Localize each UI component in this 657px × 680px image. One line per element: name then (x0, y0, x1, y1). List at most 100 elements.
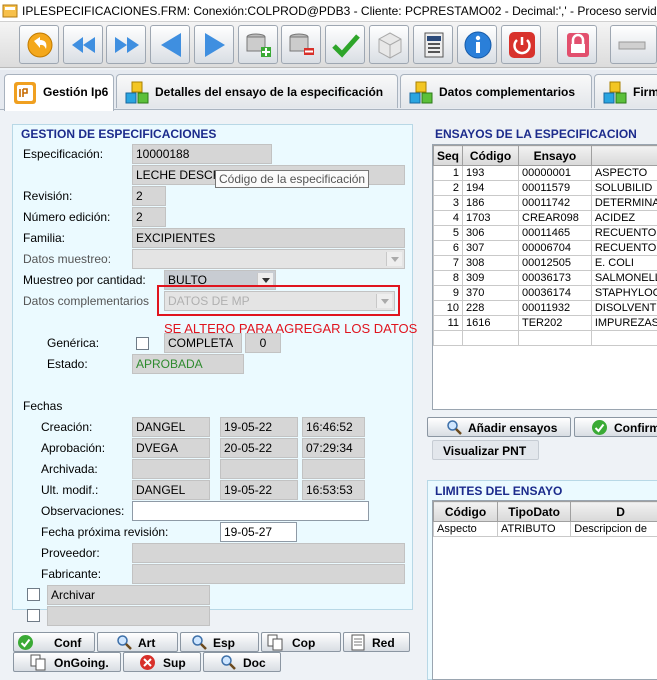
ult-modif-date-field[interactable]: 19-05-22 (220, 480, 298, 500)
table-cell: 370 (463, 286, 519, 301)
extra-checkbox[interactable] (27, 609, 40, 622)
table-row[interactable]: 318600011742DETERMINA (434, 196, 657, 211)
undo-button[interactable] (19, 25, 59, 64)
table-row[interactable]: 41703CREAR098ACIDEZ (434, 211, 657, 226)
table-row[interactable]: 111616TER202IMPUREZAS (434, 316, 657, 331)
table-row[interactable]: 830900036173SALMONELL (434, 271, 657, 286)
visualizar-pnt-button[interactable]: Visualizar PNT (432, 440, 539, 460)
archivada-time-field[interactable] (302, 459, 365, 479)
table-row[interactable]: 219400011579SOLUBILID (434, 181, 657, 196)
sup-button[interactable]: Sup (123, 652, 201, 672)
creacion-user-field[interactable]: DANGEL (132, 417, 210, 437)
creacion-date-field[interactable]: 19-05-22 (220, 417, 298, 437)
table-cell: 309 (463, 271, 519, 286)
table-cell: TER202 (519, 316, 592, 331)
previous-icon (155, 29, 187, 61)
tab-gestion-ip6[interactable]: Gestión Ip6 (4, 74, 114, 111)
familia-field[interactable]: EXCIPIENTES (132, 228, 405, 248)
table-row[interactable]: 1022800011932DISOLVENT (434, 301, 657, 316)
table-row[interactable]: 530600011465RECUENTO (434, 226, 657, 241)
observaciones-input[interactable] (132, 501, 369, 521)
exit-button[interactable] (501, 25, 541, 64)
column-header[interactable]: Seq (434, 146, 463, 166)
archivada-label: Archivada: (41, 462, 98, 476)
info-button[interactable] (457, 25, 497, 64)
column-header[interactable]: TipoDato (498, 502, 571, 522)
cube-button[interactable] (369, 25, 409, 64)
document-icon (350, 634, 367, 651)
archivada-user-field[interactable] (132, 459, 210, 479)
table-cell: 00036174 (519, 286, 592, 301)
table-cell: 10 (434, 301, 463, 316)
art-button[interactable]: Art (97, 632, 178, 652)
column-header[interactable]: D (571, 502, 657, 522)
generica-checkbox[interactable] (136, 337, 149, 350)
ongoing-button[interactable]: OnGoing. (13, 652, 121, 672)
column-header[interactable]: Código (434, 502, 498, 522)
previous-button[interactable] (150, 25, 190, 64)
table-cell: DETERMINA (591, 196, 657, 211)
archivar-checkbox[interactable] (27, 588, 40, 601)
creacion-time-field[interactable]: 16:46:52 (302, 417, 365, 437)
column-header[interactable]: Ensayo (519, 146, 592, 166)
table-cell: 00036173 (519, 271, 592, 286)
red-button[interactable]: Red (343, 632, 410, 652)
table-row[interactable]: 937000036174STAPHYLOC (434, 286, 657, 301)
conf-button[interactable]: Conf (13, 632, 95, 652)
limites-grid[interactable]: Código TipoDato D AspectoATRIBUTODescrip… (432, 500, 657, 680)
generica-count-field[interactable]: 0 (245, 333, 281, 353)
table-cell: 4 (434, 211, 463, 226)
column-header[interactable] (591, 146, 657, 166)
ult-modif-time-field[interactable]: 16:53:53 (302, 480, 365, 500)
rewind-button[interactable] (63, 25, 103, 64)
generica-label: Genérica: (47, 336, 99, 350)
magnifier-icon (220, 654, 237, 671)
doc-button[interactable]: Doc (203, 652, 281, 672)
tab-detalles-ensayo[interactable]: Detalles del ensayo de la especificación (116, 74, 398, 108)
cubes-icon (409, 81, 433, 105)
estado-field[interactable]: APROBADA (132, 354, 244, 374)
fast-forward-button[interactable] (106, 25, 146, 64)
archivar-field[interactable]: Archivar (47, 585, 210, 605)
especificacion-code-field[interactable]: 10000188 (132, 144, 272, 164)
table-cell: 8 (434, 271, 463, 286)
cop-button[interactable]: Cop (261, 632, 341, 652)
table-row-empty[interactable] (434, 331, 657, 346)
calculator-button[interactable] (413, 25, 453, 64)
lock-button[interactable] (557, 25, 597, 64)
next-button[interactable] (194, 25, 234, 64)
generica-status-field[interactable]: COMPLETA (164, 333, 242, 353)
column-header[interactable]: Código (463, 146, 519, 166)
aprobacion-time-field[interactable]: 07:29:34 (302, 438, 365, 458)
table-cell: 00011579 (519, 181, 592, 196)
table-row[interactable]: 730800012505E. COLI (434, 256, 657, 271)
blank-button[interactable] (610, 25, 657, 64)
proxima-revision-input[interactable]: 19-05-27 (220, 522, 297, 542)
table-cell: ATRIBUTO (498, 522, 571, 537)
table-cell: 00011465 (519, 226, 592, 241)
fabricante-field[interactable] (132, 564, 405, 584)
anadir-ensayos-button[interactable]: Añadir ensayos (427, 417, 571, 437)
proveedor-field[interactable] (132, 543, 405, 563)
revision-field[interactable]: 2 (132, 186, 166, 206)
tab-datos-complementarios[interactable]: Datos complementarios (400, 74, 592, 108)
esp-button[interactable]: Esp (180, 632, 259, 652)
table-row[interactable]: 630700006704RECUENTO (434, 241, 657, 256)
numero-edicion-field[interactable]: 2 (132, 207, 166, 227)
delete-record-button[interactable] (281, 25, 321, 64)
datos-muestreo-select[interactable] (132, 249, 405, 269)
table-row[interactable]: AspectoATRIBUTODescripcion de (434, 522, 657, 537)
add-record-button[interactable] (238, 25, 278, 64)
archivada-date-field[interactable] (220, 459, 298, 479)
aprobacion-user-field[interactable]: DVEGA (132, 438, 210, 458)
table-cell: 1 (434, 166, 463, 181)
table-row[interactable]: 119300000001ASPECTO (434, 166, 657, 181)
accept-button[interactable] (325, 25, 365, 64)
tab-firmas[interactable]: Firm (594, 74, 657, 108)
aprobacion-date-field[interactable]: 20-05-22 (220, 438, 298, 458)
ult-modif-user-field[interactable]: DANGEL (132, 480, 210, 500)
confirmar-button[interactable]: Confirm (574, 417, 657, 437)
ensayos-grid[interactable]: Seq Código Ensayo 119300000001ASPECTO219… (432, 144, 657, 410)
extra-field[interactable] (47, 606, 210, 626)
table-cell (463, 331, 519, 346)
